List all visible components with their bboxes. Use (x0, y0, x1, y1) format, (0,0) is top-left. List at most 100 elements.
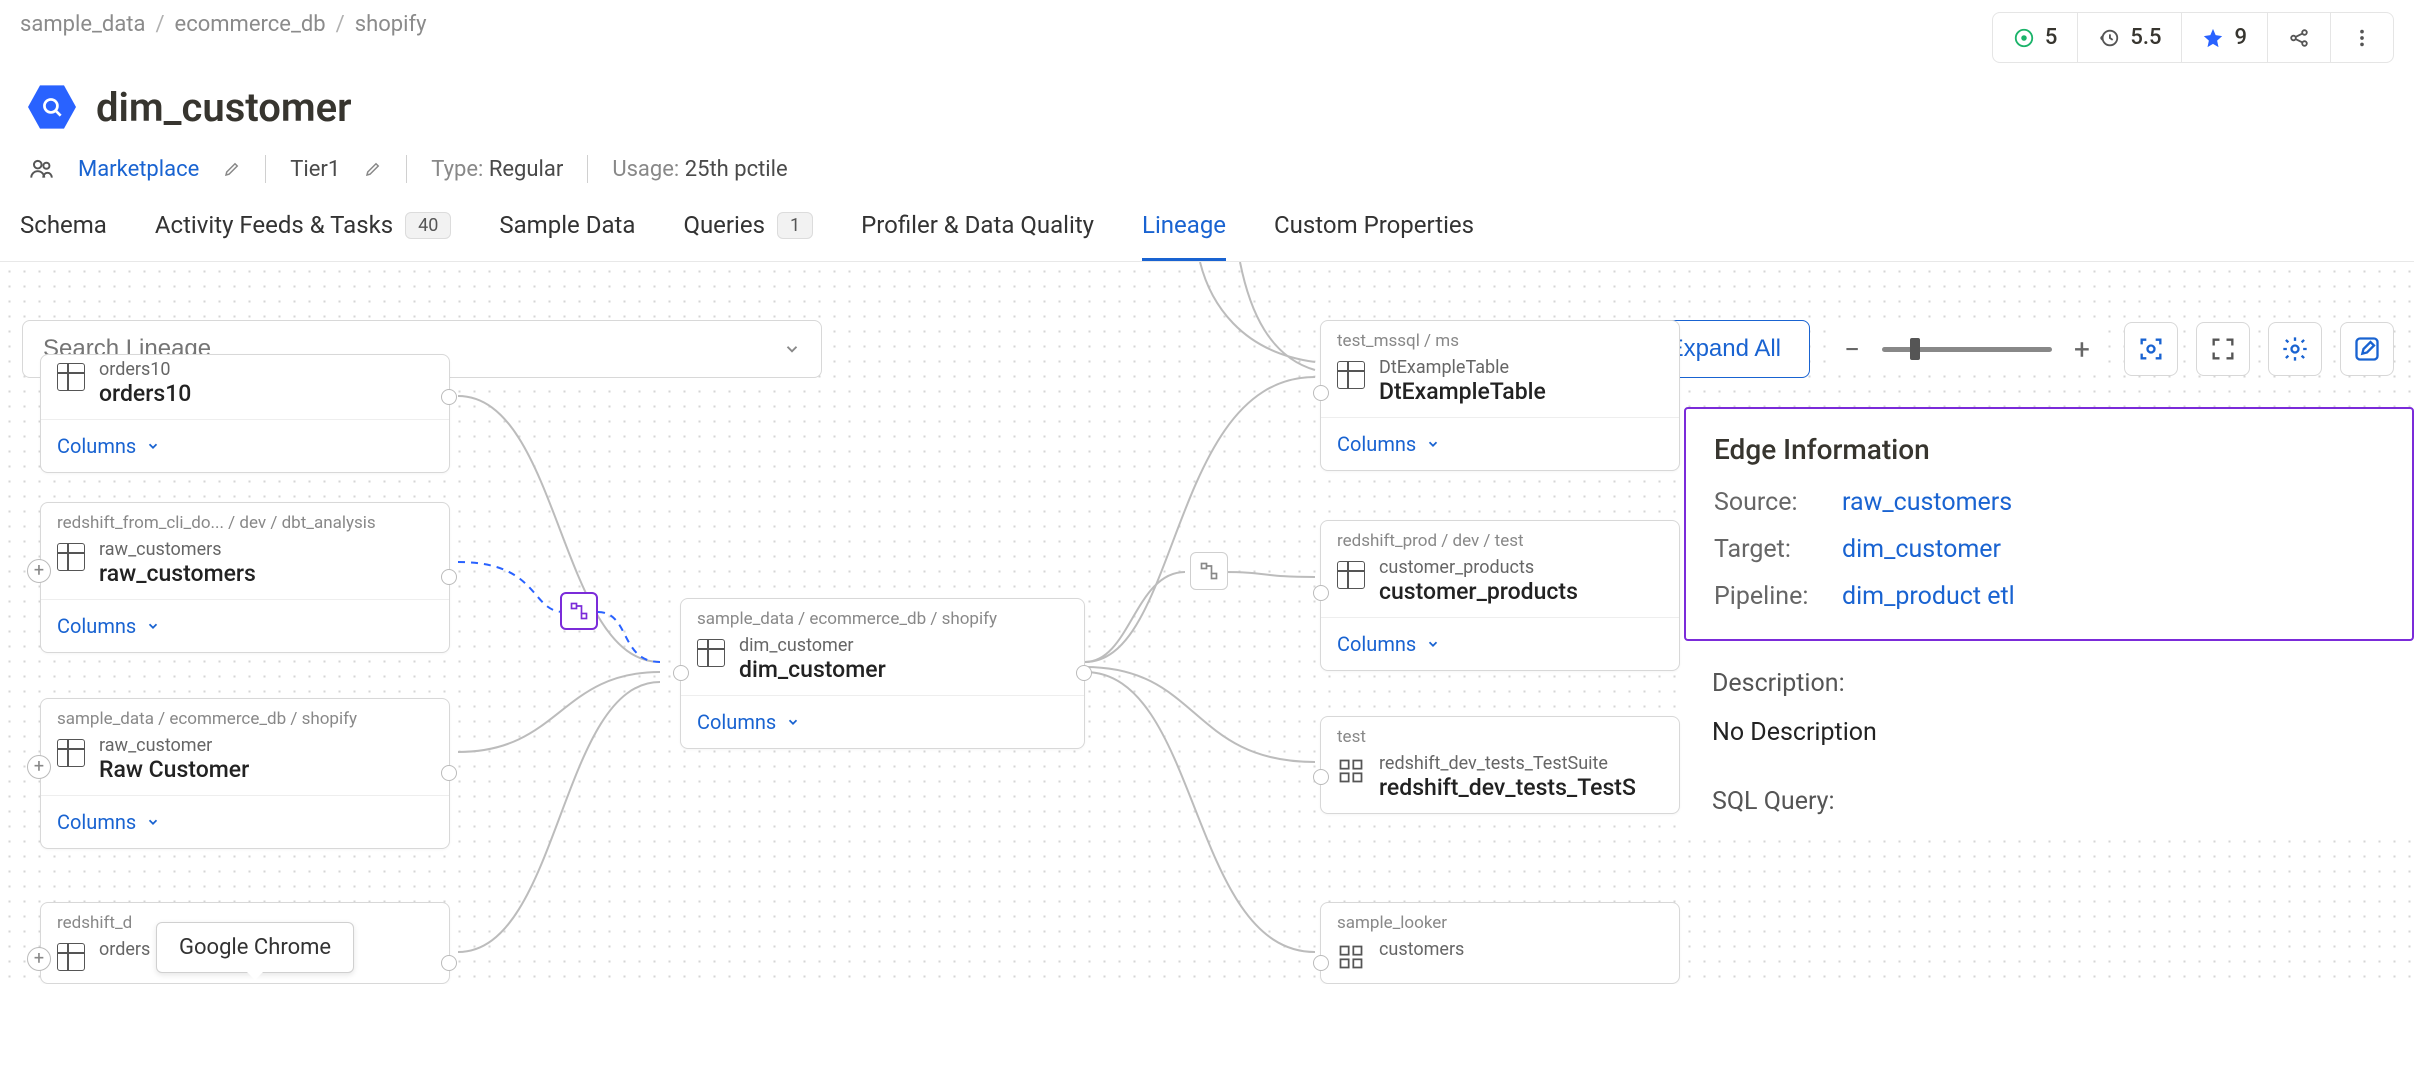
columns-toggle[interactable]: Columns (1321, 417, 1679, 470)
expand-upstream-button[interactable]: + (27, 947, 51, 971)
type-label: Type: (431, 157, 489, 182)
node-customer-products[interactable]: redshift_prod / dev / test customer_prod… (1320, 520, 1680, 671)
tier-value: Tier1 (290, 157, 340, 182)
fit-view-button[interactable] (2124, 322, 2178, 376)
chevron-down-icon[interactable] (783, 340, 801, 358)
columns-toggle[interactable]: Columns (1321, 617, 1679, 670)
tab-queries[interactable]: Queries1 (683, 211, 813, 261)
output-port[interactable] (441, 569, 457, 585)
zoom-in-button[interactable]: + (2062, 329, 2102, 369)
stat-star[interactable]: 9 (2182, 13, 2268, 62)
input-port[interactable] (1313, 385, 1329, 401)
input-port[interactable] (1313, 585, 1329, 601)
node-dt-example[interactable]: test_mssql / ms DtExampleTableDtExampleT… (1320, 320, 1680, 471)
columns-toggle[interactable]: Columns (41, 599, 449, 652)
edge-info-panel: Edge Information ✕ Source:raw_customers … (1684, 407, 2414, 836)
columns-toggle[interactable]: Columns (41, 795, 449, 848)
type-value: Regular (489, 157, 563, 182)
chevron-down-icon (1426, 637, 1440, 651)
pipeline-icon (569, 601, 589, 621)
table-icon (1337, 361, 1365, 389)
table-icon (57, 543, 85, 571)
columns-toggle[interactable]: Columns (41, 419, 449, 472)
fullscreen-button[interactable] (2196, 322, 2250, 376)
input-port[interactable] (1313, 769, 1329, 785)
pencil-icon[interactable] (364, 160, 382, 178)
columns-toggle[interactable]: Columns (681, 695, 1084, 748)
stat-open[interactable]: 5 (1993, 13, 2079, 62)
tab-sample[interactable]: Sample Data (499, 211, 635, 261)
breadcrumb-item[interactable]: shopify (355, 12, 427, 37)
description-heading: Description: (1712, 669, 2386, 698)
tab-lineage[interactable]: Lineage (1142, 211, 1226, 261)
breadcrumb-item[interactable]: ecommerce_db (175, 12, 326, 37)
pipeline-icon-selected[interactable] (560, 592, 598, 630)
pencil-icon[interactable] (223, 160, 241, 178)
source-link[interactable]: raw_customers (1842, 488, 2012, 517)
node-testsuite[interactable]: test redshift_dev_tests_TestSuiteredshif… (1320, 716, 1680, 814)
node-orders10[interactable]: orders10orders10 Columns (40, 354, 450, 473)
target-link[interactable]: dim_customer (1842, 535, 2001, 564)
tab-custom[interactable]: Custom Properties (1274, 211, 1474, 261)
zoom-out-button[interactable]: − (1832, 329, 1872, 369)
expand-upstream-button[interactable]: + (27, 755, 51, 779)
chevron-down-icon (146, 619, 160, 633)
pipeline-link[interactable]: dim_product etl (1842, 582, 2015, 611)
breadcrumb-sep: / (336, 12, 345, 37)
pipeline-icon (1199, 561, 1219, 581)
lineage-canvas[interactable]: Expand All − + orders10orders10 Columns … (0, 262, 2414, 984)
header-stats: 5 5.5 9 (1992, 12, 2394, 63)
usage-value: 25th pctile (685, 157, 788, 182)
tab-activity[interactable]: Activity Feeds & Tasks40 (155, 211, 452, 261)
input-port[interactable] (673, 665, 689, 681)
source-label: Source: (1714, 488, 1824, 517)
stat-share[interactable] (2268, 13, 2331, 62)
target-icon (2013, 27, 2035, 49)
separator (587, 155, 588, 183)
node-dim-customer[interactable]: sample_data / ecommerce_db / shopify dim… (680, 598, 1085, 749)
share-icon (2288, 27, 2310, 49)
grid-icon (1337, 943, 1365, 971)
tab-schema[interactable]: Schema (20, 211, 107, 261)
node-looker[interactable]: sample_looker customers (1320, 902, 1680, 984)
history-icon (2098, 27, 2120, 49)
stat-more[interactable] (2331, 13, 2393, 62)
chevron-down-icon (786, 715, 800, 729)
zoom-slider[interactable] (1882, 347, 2052, 352)
expand-upstream-button[interactable]: + (27, 559, 51, 583)
input-port[interactable] (1313, 955, 1329, 971)
description-value: No Description (1712, 718, 2386, 747)
pipeline-icon[interactable] (1190, 552, 1228, 590)
chevron-down-icon (146, 815, 160, 829)
domain-link[interactable]: Marketplace (78, 157, 199, 182)
zoom-control: − + (1828, 325, 2106, 373)
grid-icon (1337, 757, 1365, 785)
node-raw-customer[interactable]: sample_data / ecommerce_db / shopify raw… (40, 698, 450, 849)
breadcrumb[interactable]: sample_data / ecommerce_db / shopify (20, 12, 427, 37)
stat-history[interactable]: 5.5 (2078, 13, 2182, 62)
users-icon (28, 156, 54, 182)
badge: 1 (777, 212, 813, 239)
star-icon (2202, 27, 2224, 49)
tab-profiler[interactable]: Profiler & Data Quality (861, 211, 1094, 261)
separator (406, 155, 407, 183)
output-port[interactable] (1076, 665, 1092, 681)
output-port[interactable] (441, 389, 457, 405)
separator (265, 155, 266, 183)
breadcrumb-sep: / (155, 12, 164, 37)
sql-heading: SQL Query: (1712, 787, 2386, 816)
settings-button[interactable] (2268, 322, 2322, 376)
tooltip: Google Chrome (156, 922, 354, 973)
table-icon (57, 739, 85, 767)
table-icon (57, 363, 85, 391)
chevron-down-icon (1426, 437, 1440, 451)
tabs: Schema Activity Feeds & Tasks40 Sample D… (0, 211, 2414, 262)
entity-icon (28, 83, 76, 131)
output-port[interactable] (441, 765, 457, 781)
canvas-toolbar: Expand All − + (1639, 320, 2394, 378)
node-raw-customers[interactable]: redshift_from_cli_do... / dev / dbt_anal… (40, 502, 450, 653)
breadcrumb-item[interactable]: sample_data (20, 12, 145, 37)
table-icon (1337, 561, 1365, 589)
output-port[interactable] (441, 955, 457, 971)
edit-button[interactable] (2340, 322, 2394, 376)
